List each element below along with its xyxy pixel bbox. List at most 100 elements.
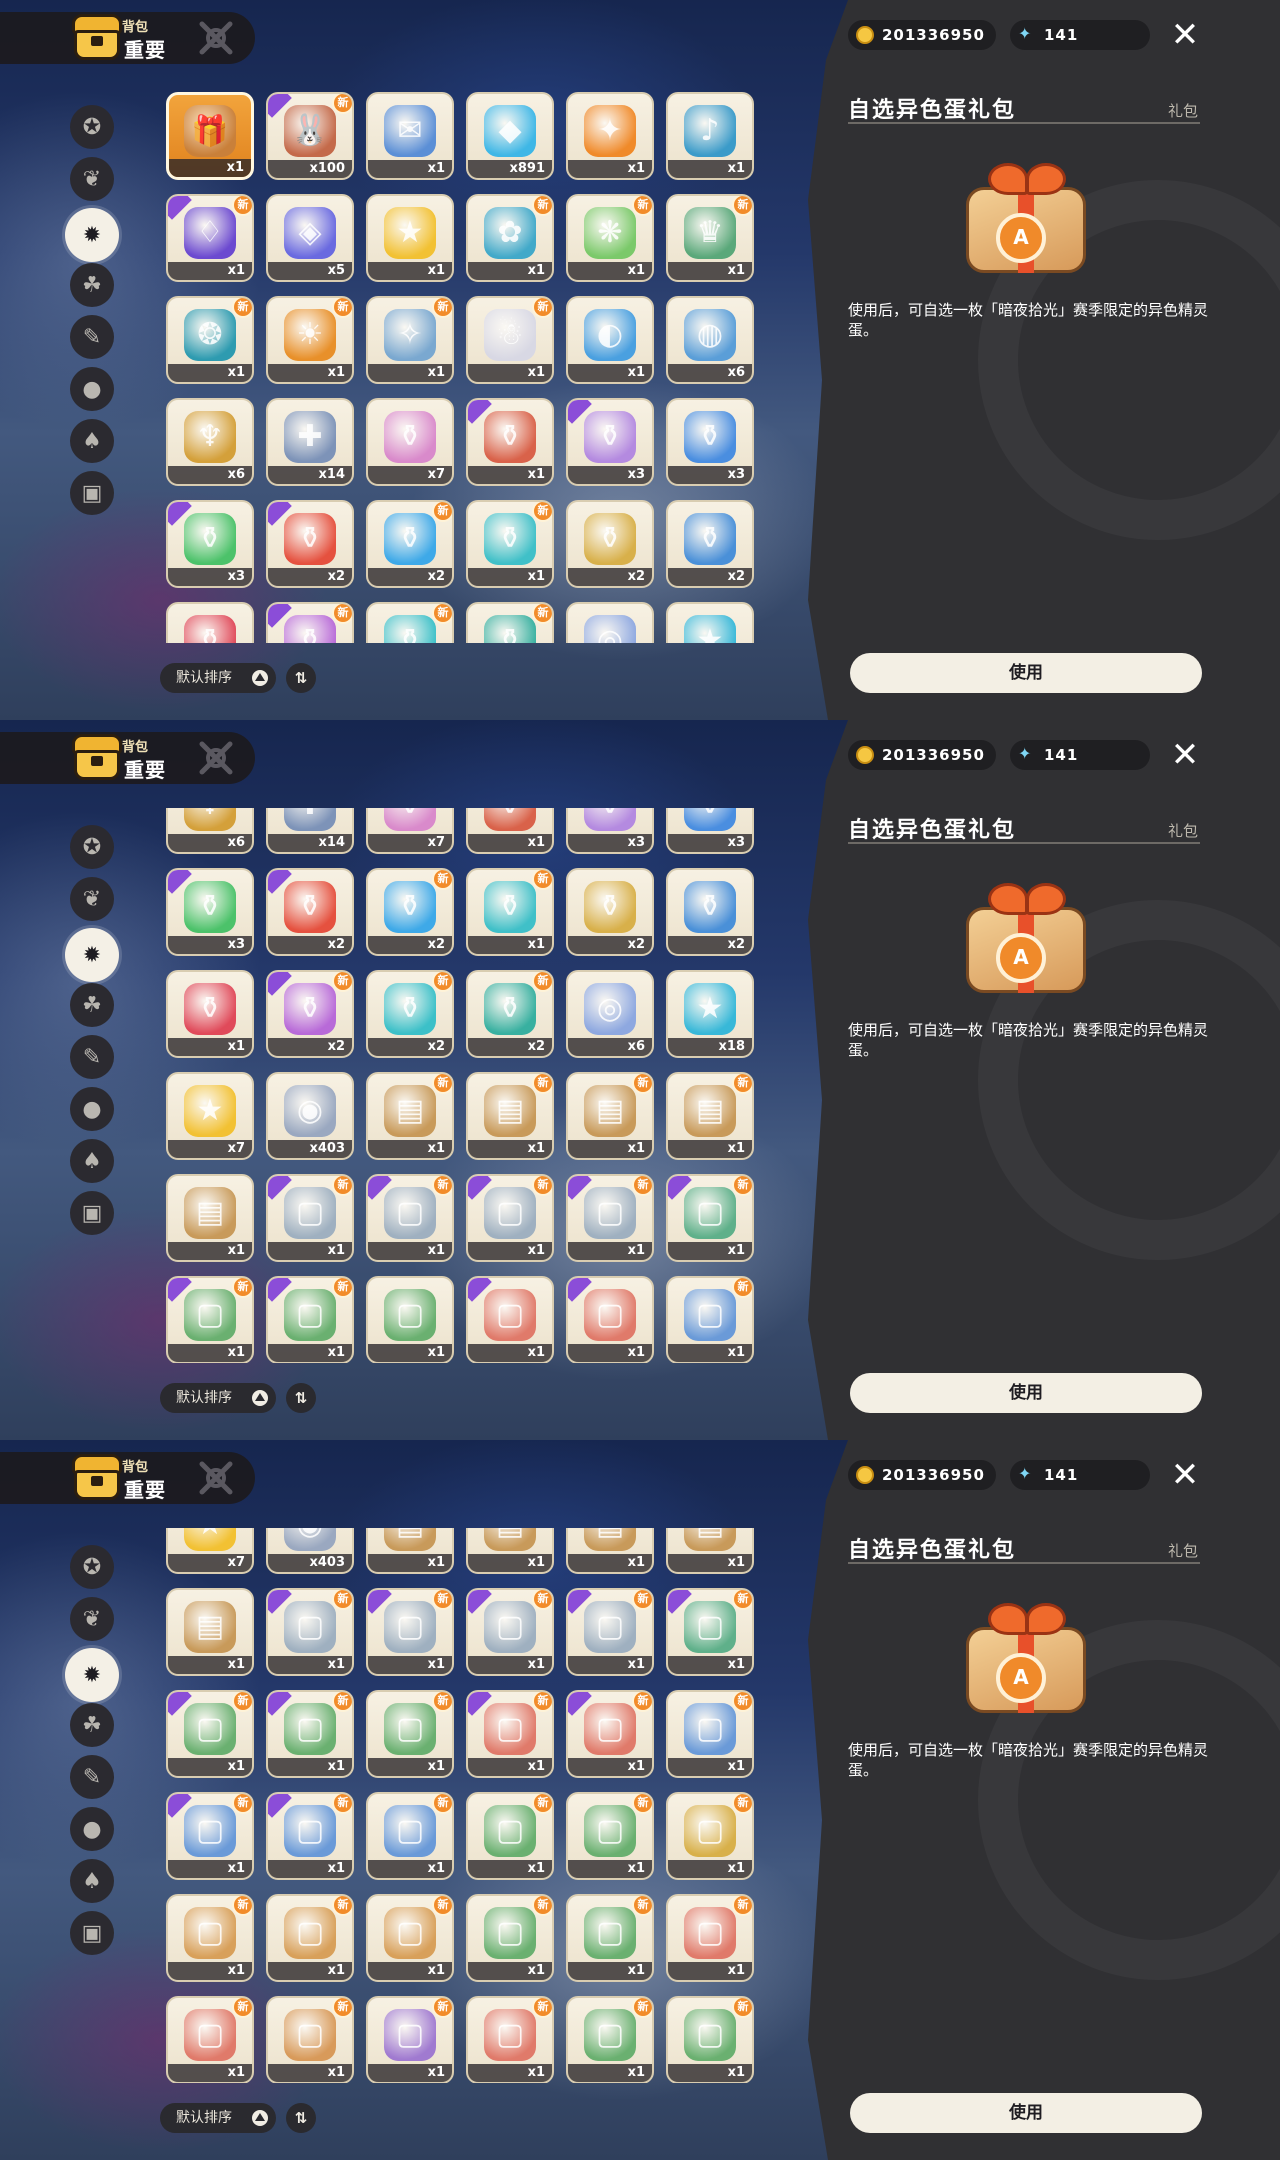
sidebar-item-acorn[interactable]: ♠ <box>70 1139 114 1183</box>
item-slot[interactable]: ⚱ x2 <box>566 868 654 956</box>
item-slot[interactable]: ◆ x891 <box>466 92 554 180</box>
item-slot[interactable]: ⚱x2新 <box>366 970 454 1058</box>
sidebar-item-chest[interactable]: ▣ <box>70 1191 114 1235</box>
item-slot[interactable]: 🎁 x1 <box>166 92 254 180</box>
item-slot[interactable]: ⚱ x2 <box>666 500 754 588</box>
item-slot[interactable]: ◍ x6 <box>666 296 754 384</box>
item-slot[interactable]: ⚱ x7 <box>366 808 454 854</box>
item-slot[interactable]: ▢ x1 新 <box>466 1792 554 1880</box>
sidebar-item-acorn[interactable]: ♠ <box>70 1859 114 1903</box>
sidebar-item-chest[interactable]: ▣ <box>70 471 114 515</box>
item-slot[interactable]: ⚱ x3 <box>166 868 254 956</box>
sidebar-item-scroll[interactable]: ✎ <box>70 1035 114 1079</box>
item-slot[interactable]: ▢ x1 新 <box>366 1690 454 1778</box>
item-slot[interactable]: ▢ x1 新 <box>266 1174 354 1262</box>
item-slot[interactable]: ▢ x1 新 <box>566 1690 654 1778</box>
sort-dropdown[interactable]: 默认排序 <box>160 2103 276 2133</box>
item-slot[interactable]: ▤ x1 <box>166 1174 254 1262</box>
item-slot[interactable]: ✉ x1 <box>366 92 454 180</box>
sidebar-item-ball[interactable]: ● <box>70 1807 114 1851</box>
item-slot[interactable]: ⚱x2新 <box>266 970 354 1058</box>
item-slot[interactable]: ▢ x1 新 <box>266 1996 354 2083</box>
item-slot[interactable]: ▤ x1 <box>366 1528 454 1574</box>
item-slot[interactable]: ▢ x1 新 <box>666 1792 754 1880</box>
item-slot[interactable]: ✚ x14 <box>266 398 354 486</box>
item-slot[interactable]: ⚱x2新 <box>266 602 354 643</box>
item-slot[interactable]: ⚱ x1 新 <box>466 500 554 588</box>
sidebar-item-important-starburst[interactable]: ✹ <box>65 208 119 262</box>
item-slot[interactable]: ▢ x1 新 <box>266 1894 354 1982</box>
sort-dropdown[interactable]: 默认排序 <box>160 663 276 693</box>
item-slot[interactable]: ❂ x1 新 <box>166 296 254 384</box>
item-slot[interactable]: ▢ x1 新 <box>166 1276 254 1363</box>
item-slot[interactable]: ⚱ x1 <box>466 808 554 854</box>
sidebar-item-chest[interactable]: ▣ <box>70 1911 114 1955</box>
sidebar-item-sprout[interactable]: ☘ <box>70 1703 114 1747</box>
item-slot[interactable]: ▤ x1 <box>566 1528 654 1574</box>
sidebar-item-acorn[interactable]: ♠ <box>70 419 114 463</box>
item-slot[interactable]: ♢ x1 新 <box>166 194 254 282</box>
sidebar-item-sprout[interactable]: ☘ <box>70 983 114 1027</box>
item-slot[interactable]: ▢ x1 新 <box>566 1792 654 1880</box>
item-slot[interactable]: ⚱x2新 <box>366 500 454 588</box>
use-button[interactable]: 使用 <box>850 2093 1202 2133</box>
item-slot[interactable]: ▢ x1 <box>566 1276 654 1363</box>
item-slot[interactable]: ▢ x1 新 <box>166 1690 254 1778</box>
item-slot[interactable]: ▢ x1 新 <box>166 1894 254 1982</box>
item-grid-viewport[interactable]: ♆x6✚x14⚱x7⚱x1⚱x3⚱x3⚱x3⚱x2⚱x2新⚱x1新⚱x2⚱x2⚱… <box>160 808 760 1363</box>
sidebar-item-scroll[interactable]: ✎ <box>70 1755 114 1799</box>
item-slot[interactable]: ♪ x1 <box>666 92 754 180</box>
item-slot[interactable]: ☀ x1 新 <box>266 296 354 384</box>
item-slot[interactable]: ▤ x1 <box>466 1528 554 1574</box>
item-slot[interactable]: ♆ x6 <box>166 808 254 854</box>
item-slot[interactable]: ⚱x2新 <box>466 602 554 643</box>
item-slot[interactable]: 🐰 x100 新 <box>266 92 354 180</box>
item-slot[interactable]: ▢ x1 新 <box>366 1792 454 1880</box>
item-slot[interactable]: ♛ x1 新 <box>666 194 754 282</box>
close-button[interactable]: ✕ <box>1168 1458 1202 1492</box>
item-slot[interactable]: ▤ x1 新 <box>566 1072 654 1160</box>
item-slot[interactable]: ▢ x1 新 <box>366 1588 454 1676</box>
item-slot[interactable]: ◐ x1 <box>566 296 654 384</box>
item-slot[interactable]: ▢ x1 新 <box>266 1276 354 1363</box>
item-grid-viewport[interactable]: 🎁 x1 🐰 x100 新 ✉ x1 ◆ x891 ✦ x1 ♪ x1 ♢ x1 新 ◈ x5 ★ x1 ✿ x1 新 ❋ x1… <box>160 88 760 643</box>
item-slot[interactable]: ▤ x1 新 <box>466 1072 554 1160</box>
item-slot[interactable]: ▤ x1 <box>166 1588 254 1676</box>
use-button[interactable]: 使用 <box>850 1373 1202 1413</box>
item-slot[interactable]: ★ x7 <box>166 1528 254 1574</box>
item-slot[interactable]: ⚱ x1 新 <box>466 868 554 956</box>
item-slot[interactable]: ✚ x14 <box>266 808 354 854</box>
sort-order-button[interactable]: ⇅ <box>286 663 316 693</box>
item-slot[interactable]: ▢ x1 新 <box>466 1996 554 2083</box>
item-slot[interactable]: ▢ x1 新 <box>266 1588 354 1676</box>
item-slot[interactable]: ▢ x1 新 <box>266 1792 354 1880</box>
item-slot[interactable]: ▢ x1 新 <box>166 1996 254 2083</box>
item-slot[interactable]: ☃ x1 新 <box>466 296 554 384</box>
item-slot[interactable]: ⚱ x3 <box>666 808 754 854</box>
sidebar-item-star-coin[interactable]: ✪ <box>70 105 114 149</box>
item-slot[interactable]: ◎ x6 <box>566 970 654 1058</box>
item-slot[interactable]: ⚱ x3 <box>566 398 654 486</box>
item-grid-viewport[interactable]: ★x7◉x403▤x1▤x1▤x1▤x1▤x1▢x1新▢x1新▢x1新▢x1新▢… <box>160 1528 760 2083</box>
sidebar-item-scroll[interactable]: ✎ <box>70 315 114 359</box>
item-slot[interactable]: ▤ x1 新 <box>666 1072 754 1160</box>
sidebar-item-sprout[interactable]: ☘ <box>70 263 114 307</box>
item-slot[interactable]: ▢ x1 <box>466 1276 554 1363</box>
item-slot[interactable]: ▢ x1 新 <box>366 1894 454 1982</box>
item-slot[interactable]: ⚱ x3 <box>666 398 754 486</box>
item-slot[interactable]: ▢ x1 新 <box>666 1894 754 1982</box>
item-slot[interactable]: ▢ x1 新 <box>566 1588 654 1676</box>
sidebar-item-important-starburst[interactable]: ✹ <box>65 1648 119 1702</box>
item-slot[interactable]: ▢ x1 新 <box>466 1690 554 1778</box>
item-slot[interactable]: ▢ x1 <box>366 1276 454 1363</box>
item-slot[interactable]: ⚱ x2 <box>266 868 354 956</box>
use-button[interactable]: 使用 <box>850 653 1202 693</box>
item-slot[interactable]: ▢ x1 新 <box>566 1894 654 1982</box>
item-slot[interactable]: ▢ x1 新 <box>666 1996 754 2083</box>
sidebar-item-star-coin[interactable]: ✪ <box>70 1545 114 1589</box>
item-slot[interactable]: ▢ x1 新 <box>366 1174 454 1262</box>
close-button[interactable]: ✕ <box>1168 738 1202 772</box>
sidebar-item-leaf[interactable]: ❦ <box>70 157 114 201</box>
item-slot[interactable]: ▢ x1 新 <box>466 1174 554 1262</box>
item-slot[interactable]: ▢ x1 新 <box>466 1894 554 1982</box>
